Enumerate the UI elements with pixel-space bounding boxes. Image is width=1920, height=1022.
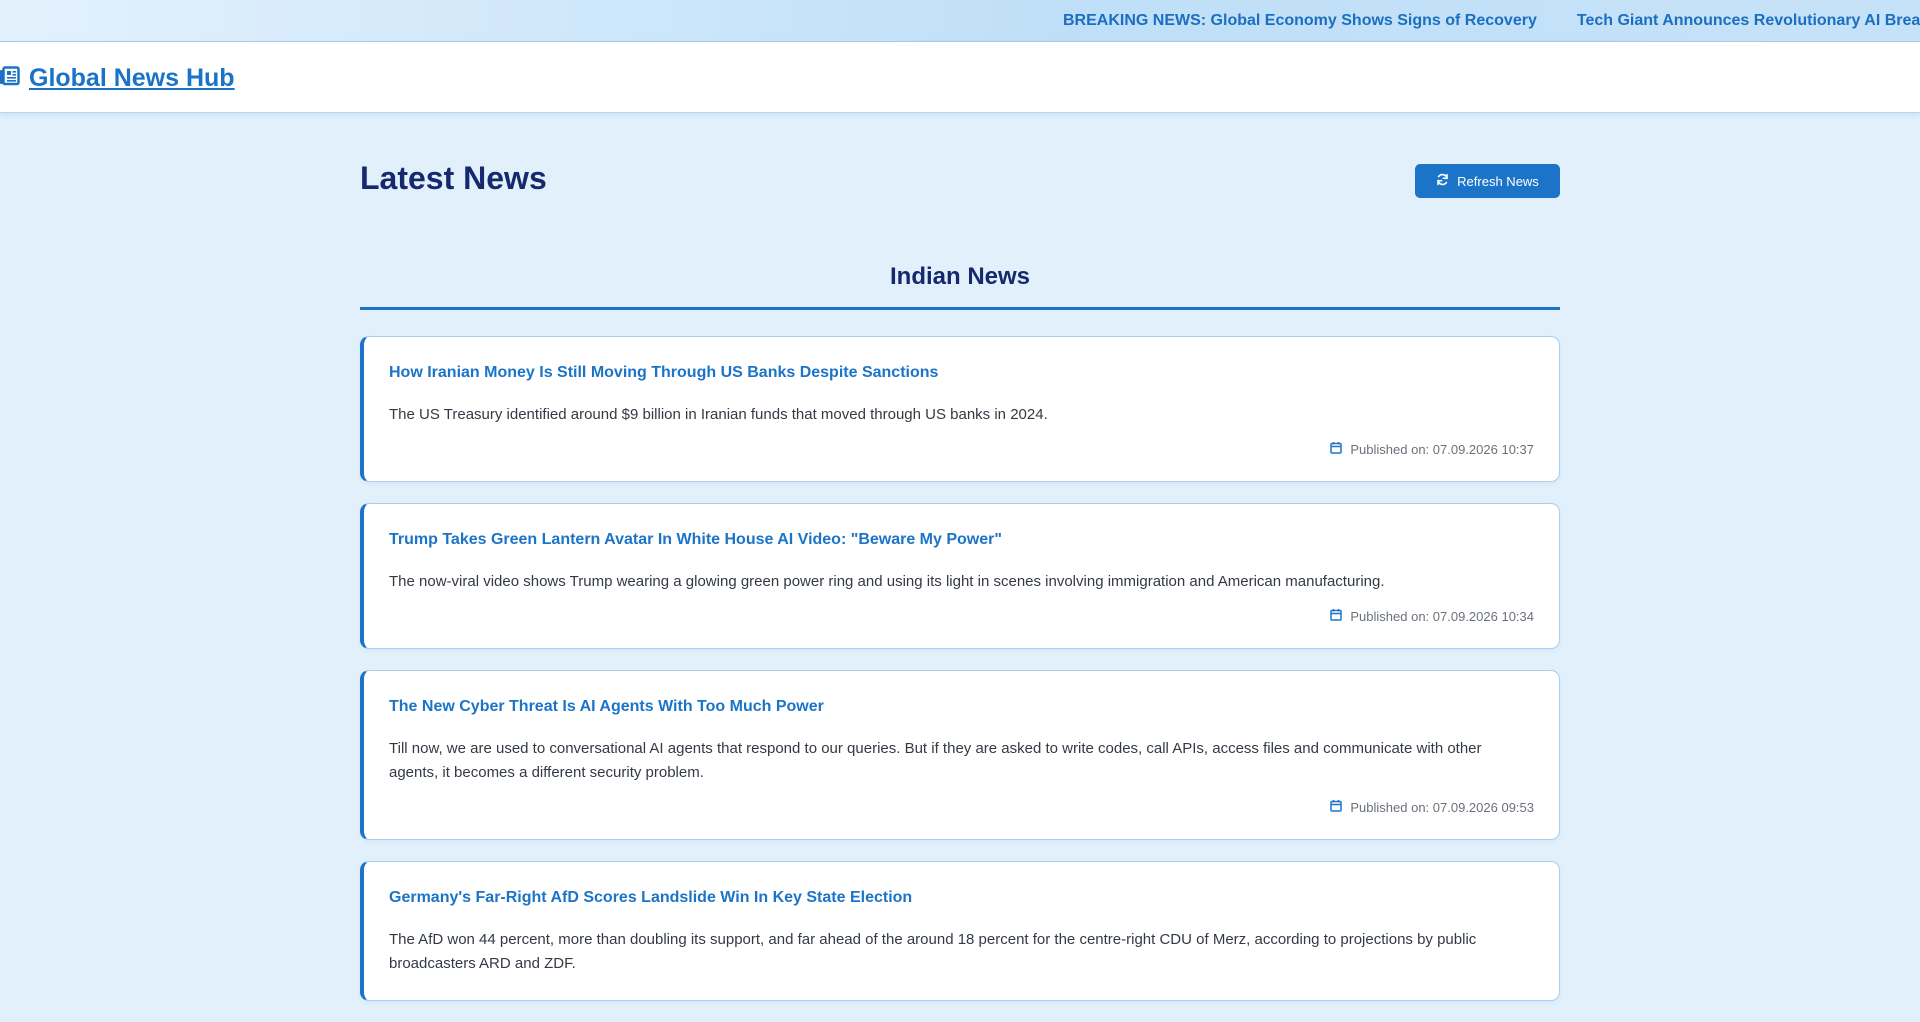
calendar-icon <box>1330 608 1343 624</box>
ticker-item[interactable]: Tech Giant Announces Revolutionary AI Br… <box>1577 12 1920 30</box>
news-card-meta: Published on: 07.09.2026 10:34 <box>389 608 1534 624</box>
news-card-title[interactable]: The New Cyber Threat Is AI Agents With T… <box>389 697 1534 717</box>
published-date: Published on: 07.09.2026 09:53 <box>1350 799 1534 815</box>
refresh-news-label: Refresh News <box>1457 173 1539 189</box>
published-date: Published on: 07.09.2026 10:34 <box>1350 608 1534 624</box>
news-card-description: Till now, we are used to conversational … <box>389 740 1482 781</box>
page-header: Latest News Refresh News <box>360 113 1560 233</box>
published-date: Published on: 07.09.2026 10:37 <box>1350 441 1534 457</box>
main-content: Latest News Refresh News <box>360 113 1560 233</box>
news-card: Trump Takes Green Lantern Avatar In Whit… <box>360 503 1560 649</box>
news-card: The New Cyber Threat Is AI Agents With T… <box>360 670 1560 840</box>
news-card: How Iranian Money Is Still Moving Throug… <box>360 336 1560 482</box>
page-title: Latest News <box>360 160 547 196</box>
refresh-icon <box>1436 173 1449 189</box>
news-card-description: The now-viral video shows Trump wearing … <box>389 573 1385 590</box>
refresh-news-button[interactable]: Refresh News <box>1415 164 1560 198</box>
news-card-description: The US Treasury identified around $9 bil… <box>389 406 1048 423</box>
ticker-track: BREAKING NEWS: Global Economy Shows Sign… <box>1063 0 1920 41</box>
calendar-icon <box>1330 799 1343 815</box>
section-title: Indian News <box>889 263 1031 290</box>
news-card: Germany's Far-Right AfD Scores Landslide… <box>360 861 1560 1001</box>
calendar-icon <box>1330 441 1343 457</box>
top-navbar: Global News Hub <box>0 42 1920 113</box>
news-card-meta: Published on: 07.09.2026 10:37 <box>389 441 1534 457</box>
breaking-news-ticker: BREAKING NEWS: Global Economy Shows Sign… <box>0 0 1920 42</box>
section-divider <box>360 307 1560 310</box>
news-card-title[interactable]: Trump Takes Green Lantern Avatar In Whit… <box>389 530 1534 550</box>
news-card-title[interactable]: How Iranian Money Is Still Moving Throug… <box>389 363 1534 383</box>
news-card-description: The AfD won 44 percent, more than doubli… <box>389 931 1477 972</box>
news-list: How Iranian Money Is Still Moving Throug… <box>360 336 1560 1022</box>
brand-title: Global News Hub <box>29 63 235 92</box>
brand-link[interactable]: Global News Hub <box>0 62 235 94</box>
news-card-title[interactable]: Germany's Far-Right AfD Scores Landslide… <box>389 888 1534 908</box>
newspaper-icon <box>0 65 20 91</box>
news-card-meta: Published on: 07.09.2026 09:53 <box>389 799 1534 815</box>
ticker-item[interactable]: BREAKING NEWS: Global Economy Shows Sign… <box>1063 12 1537 30</box>
